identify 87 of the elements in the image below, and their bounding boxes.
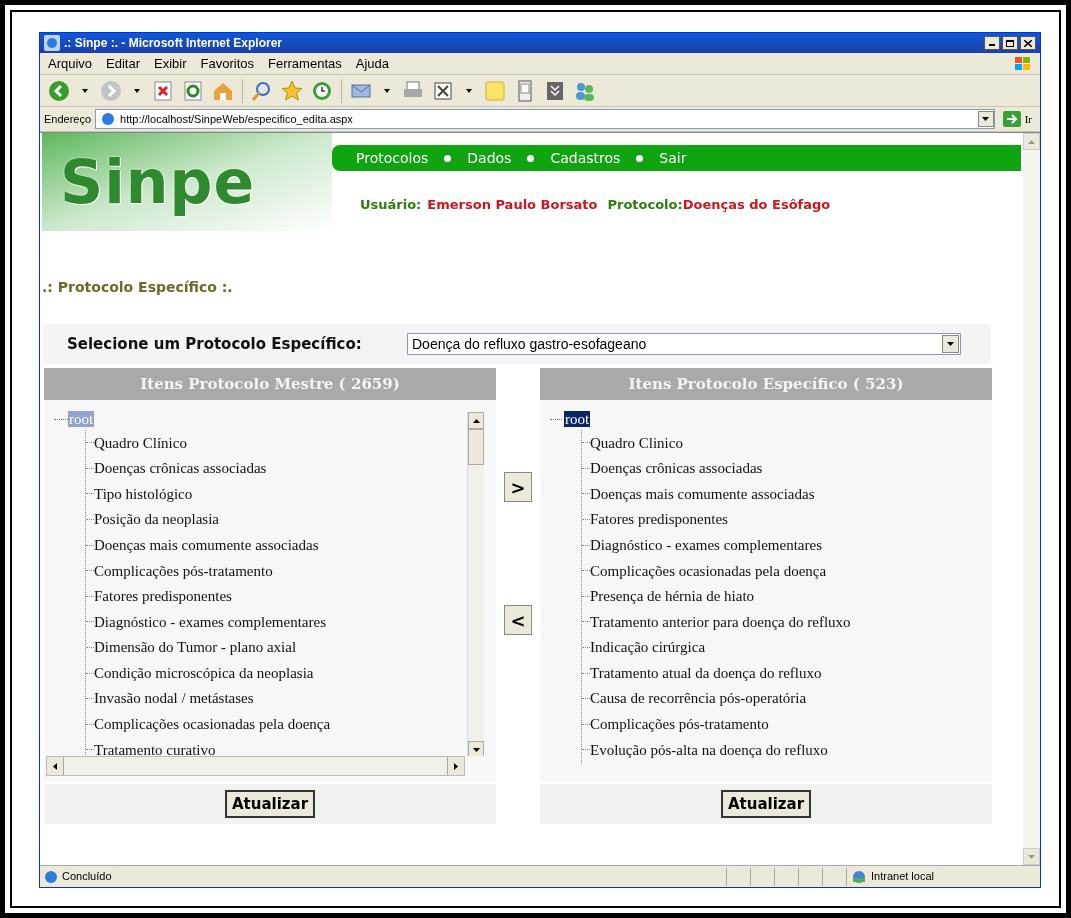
caret-icon[interactable] — [134, 88, 140, 93]
update-button[interactable]: Atualizar — [720, 790, 812, 818]
address-label: Endereço — [44, 111, 92, 127]
bullet-icon — [527, 154, 535, 162]
menu-item[interactable]: Favoritos — [200, 53, 255, 74]
close-button[interactable] — [1020, 36, 1036, 50]
page-icon — [44, 869, 58, 884]
tree-item[interactable]: Doenças crônicas associadas — [94, 457, 267, 480]
logo: Sinpe — [60, 146, 256, 219]
back-icon[interactable] — [48, 79, 70, 102]
arrow-right-icon — [1002, 111, 1021, 127]
select-label: Selecione um Protocolo Específico: — [67, 333, 363, 355]
right-arrow-icon[interactable] — [454, 762, 458, 770]
browser-icon — [44, 35, 60, 51]
page-icon — [100, 111, 117, 127]
protocol-label: Protocolo: — [607, 196, 683, 214]
menu-item[interactable]: Ajuda — [355, 53, 389, 74]
vertical-scrollbar[interactable] — [467, 412, 484, 756]
menu-item[interactable]: Ferramentas — [268, 53, 342, 74]
tree-item[interactable]: Evolução pós-alta na doença do refluxo — [590, 738, 828, 762]
tree-item[interactable]: Complicações ocasionadas pela doença — [590, 559, 827, 582]
tree-item[interactable]: Doenças mais comumente associadas — [590, 482, 815, 506]
tree-item[interactable]: Posição da neoplasia — [94, 508, 219, 531]
edit-icon[interactable] — [432, 79, 454, 102]
star-icon[interactable] — [281, 79, 303, 102]
panel-header: Itens Protocolo Específico ( 523) — [540, 368, 992, 400]
caret-icon[interactable] — [466, 88, 472, 93]
address-field[interactable]: http://localhost/SinpeWeb/especifico_edita.aspx — [95, 109, 995, 129]
stop-icon[interactable] — [152, 79, 174, 102]
move-button[interactable]: < — [504, 605, 532, 635]
tree-item[interactable]: Doenças crônicas associadas — [590, 457, 763, 480]
windows-flag-icon — [1014, 55, 1032, 72]
document-icon[interactable] — [544, 79, 566, 102]
tree-item[interactable]: Presença de hérnia de hiato — [590, 585, 755, 608]
go-button[interactable]: Ir — [998, 110, 1036, 128]
tree-item[interactable]: Fatores predisponentes — [590, 508, 728, 531]
tree-item[interactable]: Tratamento atual da doença do refluxo — [590, 661, 822, 685]
search-icon[interactable] — [251, 79, 273, 102]
tree-item[interactable]: Complicações pós-tratamento — [590, 713, 769, 736]
scroll-thumb[interactable] — [468, 429, 484, 465]
window-title: .: Sinpe :. - Microsoft Internet Explorer — [64, 35, 284, 52]
move-button[interactable]: > — [504, 472, 532, 502]
zone-label: Intranet local — [871, 869, 934, 885]
menu-item[interactable]: Exibir — [154, 53, 187, 74]
horizontal-scrollbar[interactable] — [46, 756, 465, 776]
tree-item[interactable]: Dimensão do Tumor - plano axial — [94, 636, 297, 659]
tree-item[interactable]: Complicações ocasionadas pela doença — [94, 713, 331, 736]
minimize-button[interactable] — [984, 36, 1000, 50]
tree-item[interactable]: Causa de recorrência pós-operatória — [590, 687, 807, 710]
tree-item[interactable]: Tratamento anterior para doença do refluxo — [590, 610, 851, 634]
tree-item[interactable]: Diagnóstico - exames complementares — [94, 610, 326, 634]
tree-item[interactable]: Indicação cirúrgica — [590, 636, 706, 659]
dropdown-arrow-icon[interactable] — [947, 342, 954, 346]
caret-icon[interactable] — [82, 88, 88, 93]
update-button[interactable]: Atualizar — [224, 790, 316, 818]
tree-item[interactable]: Quadro Clinico — [590, 431, 683, 455]
user-name: Emerson Paulo Borsato — [427, 196, 598, 214]
menu-item[interactable]: Editar — [106, 53, 141, 74]
tree-item[interactable]: Condição microscópica da neoplasia — [94, 661, 314, 685]
tree-item[interactable]: Tratamento curativo — [94, 738, 216, 756]
bullet-icon — [636, 154, 644, 162]
tree-root[interactable]: root — [564, 411, 591, 427]
tree-item[interactable]: Fatores predisponentes — [94, 585, 232, 608]
maximize-button[interactable] — [1002, 36, 1018, 50]
user-label: Usuário: — [360, 196, 422, 214]
history-icon[interactable] — [311, 79, 333, 102]
up-arrow-icon[interactable] — [472, 418, 480, 423]
down-arrow-icon[interactable] — [472, 747, 480, 752]
status-text: Concluído — [62, 869, 113, 885]
protocol-name: Doenças do Esôfago — [682, 196, 831, 214]
dropdown-arrow-icon[interactable] — [982, 117, 990, 121]
page-heading: .: Protocolo Específico :. — [42, 278, 234, 297]
caret-icon[interactable] — [384, 88, 390, 93]
tree-item[interactable]: Doenças mais comumente associadas — [94, 533, 319, 557]
close-icon[interactable] — [1024, 39, 1032, 47]
left-arrow-icon[interactable] — [53, 762, 57, 770]
tree-item[interactable]: Quadro Clínico — [94, 431, 187, 455]
bullet-icon — [444, 154, 452, 162]
refresh-icon[interactable] — [182, 79, 204, 102]
tree-item[interactable]: Complicações pós-tratamento — [94, 559, 273, 582]
protocol-select[interactable]: Doença do refluxo gastro-esofageano — [407, 333, 961, 355]
tree-item[interactable]: Diagnóstico - exames complementares — [590, 533, 822, 557]
tree-item[interactable]: Tipo histológico — [94, 482, 193, 506]
menu-item[interactable]: Arquivo — [48, 53, 93, 74]
panel-header: Itens Protocolo Mestre ( 2659) — [44, 368, 496, 400]
tree-item[interactable]: Invasão nodal / metástases — [94, 687, 254, 710]
globe-icon — [851, 869, 867, 884]
